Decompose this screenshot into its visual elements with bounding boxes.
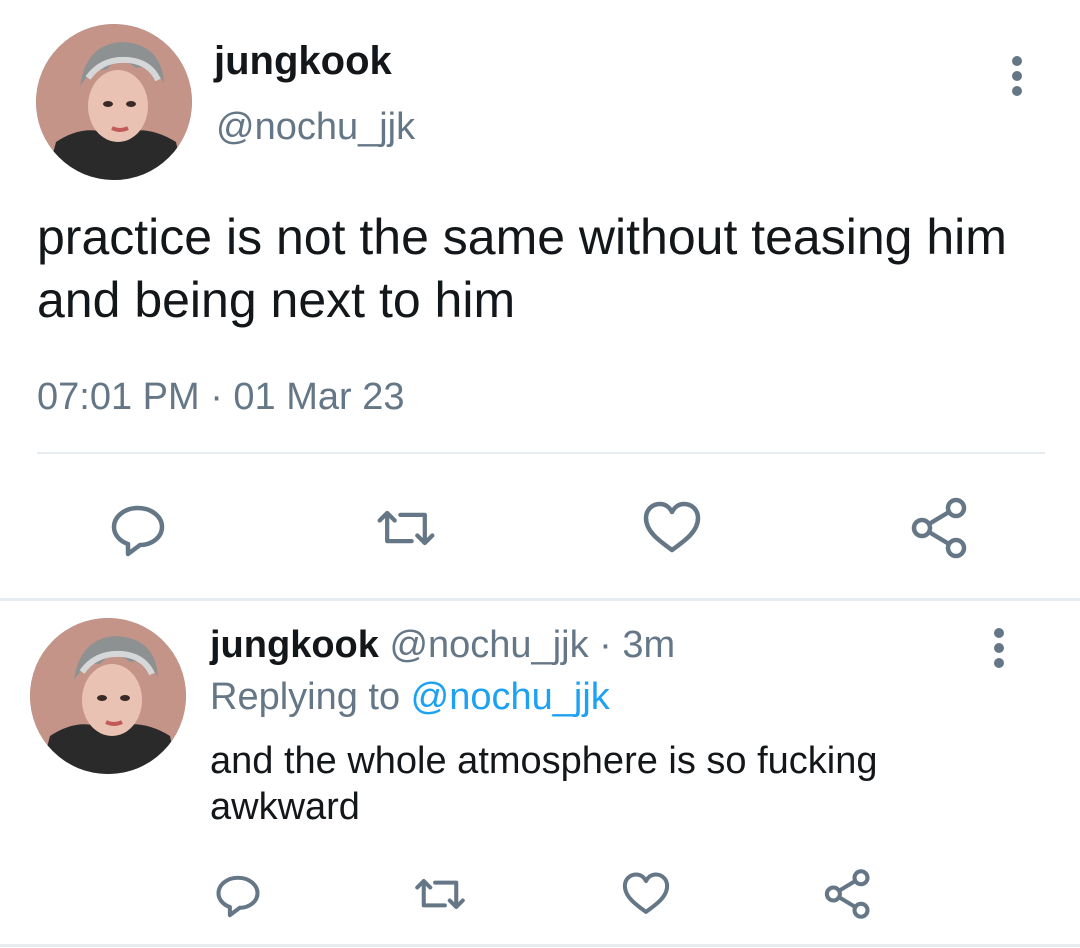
avatar[interactable] [36,24,192,180]
like-icon [643,501,701,553]
retweet-icon [415,878,465,910]
user-handle[interactable]: @nochu_jjk [216,104,415,150]
share-icon [824,869,870,919]
like-icon [622,872,670,914]
reply-icon [111,505,165,557]
reply-meta: @nochu_jjk · 3m [378,624,676,666]
reply-button[interactable] [106,496,170,560]
divider [37,452,1045,454]
tweet-text: practice is not the same without teasing… [37,209,1007,328]
retweet-button[interactable] [374,496,438,560]
tweet-separator [0,944,1080,947]
reply-icon [216,875,260,918]
more-vertical-icon[interactable] [986,628,1012,668]
tweet-timestamp: 07:01 PM · 01 Mar 23 [37,376,405,418]
more-vertical-icon[interactable] [1004,56,1030,96]
share-button[interactable] [908,496,972,560]
mention-link[interactable]: @nochu_jjk [411,676,610,718]
display-name[interactable]: jungkook [214,38,392,84]
like-button[interactable] [640,496,704,560]
avatar[interactable] [30,618,186,774]
reply-text: and the whole atmosphere is so fucking a… [210,740,878,828]
tweet-separator [0,598,1080,601]
retweet-button[interactable] [412,866,468,922]
share-icon [911,497,967,559]
reply-header: jungkook @nochu_jjk · 3m [210,622,675,668]
reply-button[interactable] [212,866,264,922]
display-name[interactable]: jungkook [210,624,379,666]
retweet-icon [377,510,435,546]
like-button[interactable] [620,866,672,922]
share-button[interactable] [822,866,874,922]
replying-to: Replying to @nochu_jjk [210,674,610,720]
replying-label: Replying to [210,676,411,718]
